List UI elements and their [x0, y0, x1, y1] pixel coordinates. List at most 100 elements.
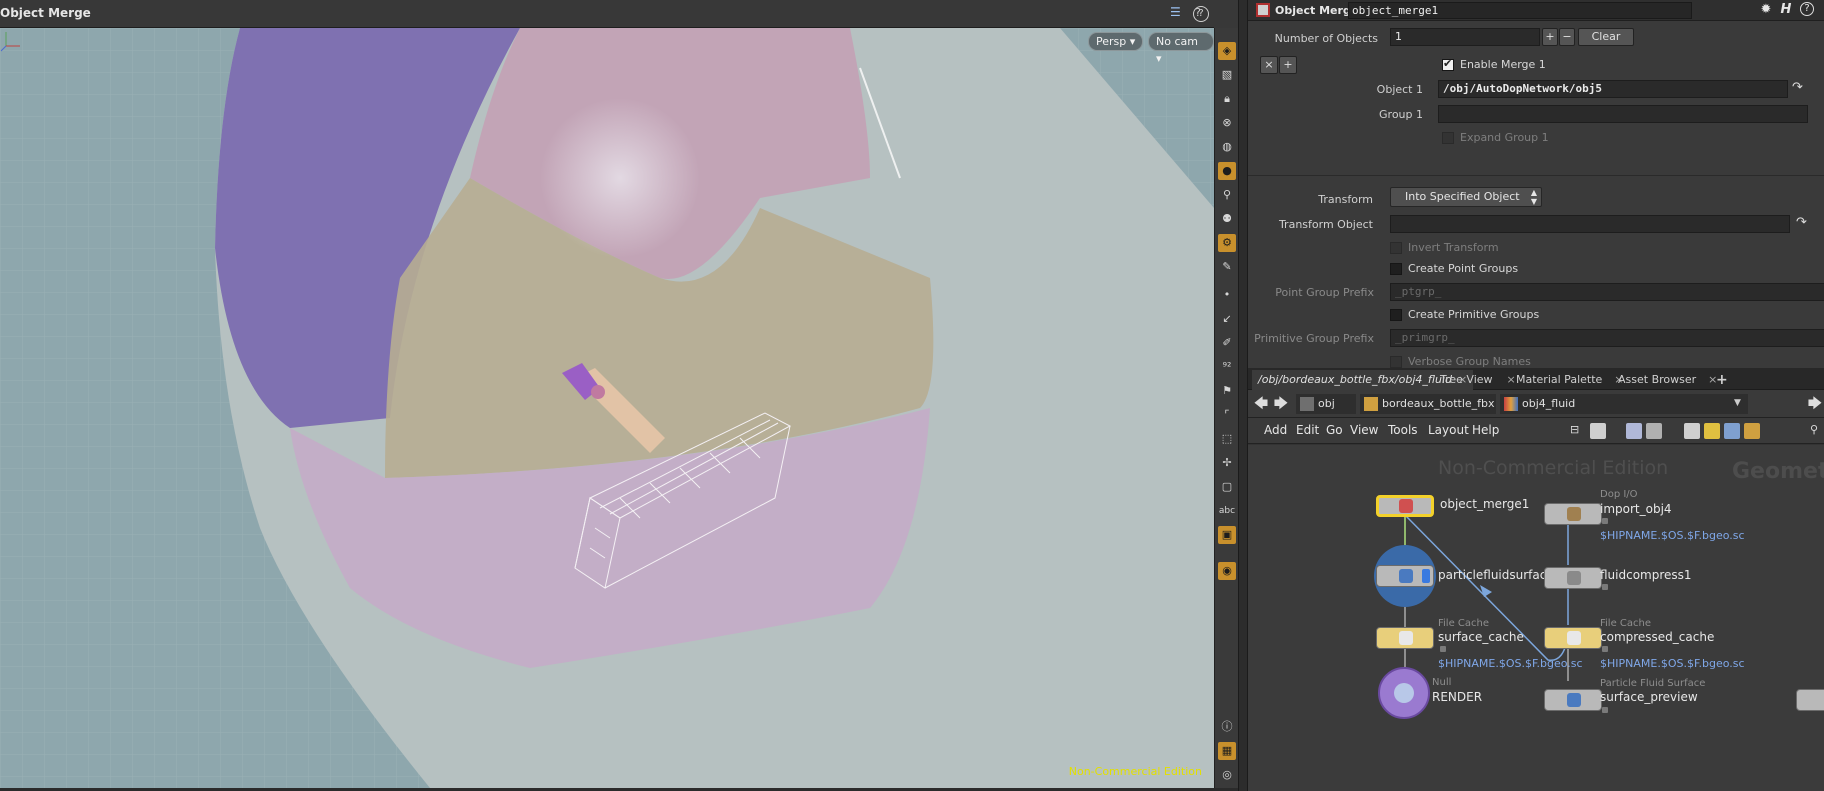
- group1-field[interactable]: [1438, 105, 1808, 123]
- info-icon[interactable]: ⓘ: [1218, 718, 1236, 736]
- transform-menu[interactable]: Into Specified Object ▲ ▼: [1390, 187, 1542, 207]
- create-primitive-groups-checkbox[interactable]: [1390, 309, 1402, 321]
- network-canvas[interactable]: Non-Commercial Edition Geometry object_m…: [1248, 445, 1824, 791]
- viewport-help-icon[interactable]: ?: [1193, 6, 1209, 22]
- layout-icon[interactable]: ▦: [1218, 742, 1236, 760]
- camera-view-icon[interactable]: ▣: [1218, 526, 1236, 544]
- list-view-icon[interactable]: [1590, 423, 1606, 439]
- node-particlefluidsurface1[interactable]: [1376, 565, 1434, 587]
- enable-merge-checkbox[interactable]: [1442, 57, 1454, 71]
- object1-chooser-icon[interactable]: ↷: [1792, 80, 1803, 95]
- search-icon[interactable]: ⚲: [1810, 423, 1824, 439]
- transform-icon[interactable]: ✢: [1218, 454, 1236, 472]
- remove-object-button[interactable]: −: [1559, 28, 1575, 46]
- insert-multiparm-button[interactable]: +: [1279, 56, 1297, 74]
- sticky-note-icon[interactable]: [1704, 423, 1720, 439]
- shading-icon[interactable]: ◍: [1218, 138, 1236, 156]
- path-segment-bottle[interactable]: bordeaux_bottle_fbx: [1360, 394, 1496, 414]
- tab-label: Asset Browser: [1618, 373, 1697, 386]
- light-view-icon[interactable]: ◉: [1218, 562, 1236, 580]
- hide-icon[interactable]: ⊗: [1218, 114, 1236, 132]
- bounds-icon[interactable]: ⬚: [1218, 430, 1236, 448]
- edit-icon[interactable]: ✐: [1218, 334, 1236, 352]
- pin-icon[interactable]: ⚲: [1218, 186, 1236, 204]
- path-dropdown-icon[interactable]: ▼: [1734, 398, 1741, 408]
- object1-field[interactable]: /obj/AutoDopNetwork/obj5: [1438, 80, 1788, 98]
- point-group-prefix-field[interactable]: _ptgrp_: [1390, 283, 1824, 301]
- corner-icon[interactable]: ⌜: [1218, 406, 1236, 424]
- gear-icon[interactable]: ✹: [1758, 2, 1774, 18]
- network-box-icon[interactable]: [1684, 423, 1700, 439]
- tab-tree-view[interactable]: Tree View ×: [1434, 370, 1522, 390]
- node-surface-preview[interactable]: [1544, 689, 1602, 711]
- brush-icon[interactable]: ✎: [1218, 258, 1236, 276]
- geometry-select-icon[interactable]: ▧: [1218, 66, 1236, 84]
- lock-icon[interactable]: 🔒︎: [1218, 90, 1236, 108]
- path-segment-fluid[interactable]: obj4_fluid: [1500, 394, 1748, 414]
- path-jump-icon[interactable]: 🡆: [1806, 396, 1824, 412]
- node-object-merge1[interactable]: [1376, 495, 1434, 517]
- frame-icon[interactable]: ▢: [1218, 478, 1236, 496]
- clear-button[interactable]: Clear: [1578, 28, 1634, 46]
- node-fluidcompress1[interactable]: [1544, 567, 1602, 589]
- node-label: compressed_cache: [1600, 630, 1715, 644]
- network-menu-bar: Add Edit Go View Tools Layout Help ⊟ ⚲: [1248, 418, 1824, 444]
- menu-edit[interactable]: Edit: [1296, 423, 1319, 437]
- tree-layout-icon[interactable]: ⊟: [1570, 423, 1586, 439]
- forward-arrow-icon[interactable]: 🡆: [1272, 396, 1290, 412]
- node-compressed-cache[interactable]: [1544, 627, 1602, 649]
- camera-menu-button[interactable]: No cam ▾: [1148, 32, 1214, 65]
- subnet-create-icon[interactable]: [1744, 423, 1760, 439]
- add-tab-button[interactable]: +: [1710, 370, 1734, 390]
- node-offscreen[interactable]: [1796, 689, 1824, 711]
- text-icon[interactable]: abc: [1218, 502, 1236, 520]
- hda-icon[interactable]: H: [1778, 2, 1794, 18]
- menu-go[interactable]: Go: [1326, 423, 1343, 437]
- viewport-title: Object Merge: [0, 6, 91, 20]
- snap-active-icon[interactable]: ⚙: [1218, 234, 1236, 252]
- image-icon[interactable]: [1724, 423, 1740, 439]
- grid-view-icon[interactable]: [1626, 423, 1642, 439]
- add-object-button[interactable]: +: [1542, 28, 1558, 46]
- pane-splitter[interactable]: [1238, 0, 1248, 791]
- menu-add[interactable]: Add: [1264, 423, 1287, 437]
- primitive-group-prefix-field[interactable]: _primgrp_: [1390, 329, 1824, 347]
- light-icon[interactable]: ●: [1218, 162, 1236, 180]
- menu-help[interactable]: Help: [1472, 423, 1499, 437]
- menu-layout[interactable]: Layout: [1428, 423, 1469, 437]
- display-options-icon[interactable]: ☰: [1170, 5, 1181, 19]
- point-icon[interactable]: •: [1218, 286, 1236, 304]
- thumbnail-icon[interactable]: [1646, 423, 1662, 439]
- node-surface-cache[interactable]: [1376, 627, 1434, 649]
- back-arrow-icon[interactable]: 🡄: [1252, 396, 1270, 412]
- transform-object-field[interactable]: [1390, 215, 1790, 233]
- path-segment-obj[interactable]: obj: [1296, 394, 1356, 414]
- node-render[interactable]: [1378, 667, 1430, 719]
- invert-transform-checkbox[interactable]: [1390, 242, 1402, 254]
- select-tool-icon[interactable]: ◈: [1218, 42, 1236, 60]
- 3d-viewport[interactable]: Persp ▾ No cam ▾ Non-Commercial Edition: [0, 28, 1214, 788]
- persp-menu-button[interactable]: Persp ▾: [1088, 32, 1144, 51]
- node-import-obj4[interactable]: [1544, 503, 1602, 525]
- remove-multiparm-button[interactable]: ×: [1260, 56, 1278, 74]
- visibility-icon[interactable]: ◎: [1218, 766, 1236, 784]
- file-cache-icon: [1399, 631, 1413, 645]
- node-name-field[interactable]: object_merge1: [1348, 2, 1692, 19]
- node-label: surface_cache: [1438, 630, 1524, 644]
- flag-icon[interactable]: ⚑: [1218, 382, 1236, 400]
- numbers-icon[interactable]: ⁹²: [1218, 358, 1236, 376]
- network-wires: [1404, 511, 1569, 681]
- menu-tools[interactable]: Tools: [1388, 423, 1418, 437]
- transform-object-chooser-icon[interactable]: ↷: [1796, 215, 1807, 230]
- tab-asset-browser[interactable]: Asset Browser ×: [1612, 370, 1723, 390]
- help-icon[interactable]: ?: [1800, 2, 1814, 16]
- number-of-objects-field[interactable]: 1: [1390, 28, 1540, 46]
- expand-group-checkbox[interactable]: [1442, 132, 1454, 144]
- vector-icon[interactable]: ↙: [1218, 310, 1236, 328]
- verbose-group-names-checkbox[interactable]: [1390, 356, 1402, 368]
- menu-view[interactable]: View: [1350, 423, 1378, 437]
- node-type: File Cache: [1438, 618, 1490, 629]
- node-label: import_obj4: [1600, 502, 1672, 516]
- create-point-groups-checkbox[interactable]: [1390, 263, 1402, 275]
- snap-icon[interactable]: ⚉: [1218, 210, 1236, 228]
